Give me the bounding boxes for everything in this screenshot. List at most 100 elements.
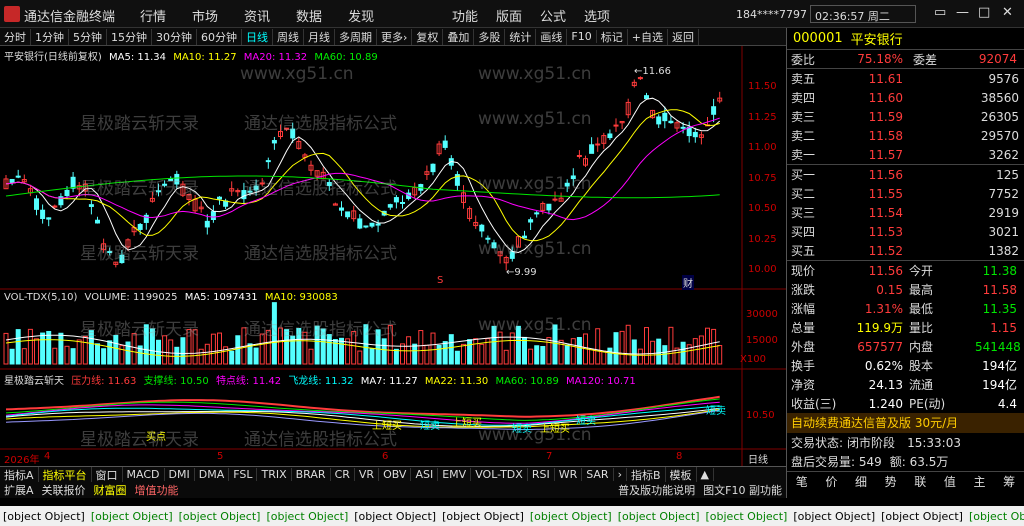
event-marker-finance[interactable]: 财 bbox=[682, 275, 694, 290]
menu-item-market[interactable]: 市场 bbox=[192, 6, 218, 25]
candle-body bbox=[290, 128, 296, 139]
toolbar-item[interactable]: 统计 bbox=[505, 28, 537, 45]
indicator-tab[interactable]: OBV bbox=[379, 468, 412, 481]
candle-body bbox=[339, 207, 344, 211]
toolbar-item[interactable]: 叠加 bbox=[443, 28, 475, 45]
toolbar-item[interactable]: 15分钟 bbox=[107, 28, 152, 45]
toolbar-item[interactable]: 返回 bbox=[668, 28, 699, 45]
quote-tab[interactable]: 细 bbox=[855, 473, 867, 490]
toolbar-item[interactable]: 1分钟 bbox=[31, 28, 69, 45]
toolbar-item[interactable]: 分时 bbox=[0, 28, 31, 45]
extension-extra-tab[interactable]: 普及版功能说明 bbox=[614, 482, 699, 498]
indicator-tab[interactable]: TRIX bbox=[257, 468, 292, 481]
indicator-tab[interactable]: VOL-TDX bbox=[471, 468, 528, 481]
status-item: [object Object] bbox=[529, 509, 612, 523]
restore-icon[interactable]: ▭ bbox=[934, 5, 946, 20]
volume-bar bbox=[576, 337, 582, 365]
maximize-button[interactable]: □ bbox=[978, 5, 990, 20]
stat-value: 0.15 bbox=[876, 282, 903, 297]
menu-item-discover[interactable]: 发现 bbox=[348, 6, 374, 25]
stat-value: 24.13 bbox=[868, 377, 903, 392]
extension-extra-tab[interactable]: 图文F10 副功能 bbox=[699, 482, 786, 498]
quote-tab[interactable]: 联 bbox=[914, 473, 926, 490]
toolbar-item[interactable]: 周线 bbox=[273, 28, 304, 45]
minimize-button[interactable]: — bbox=[956, 5, 969, 20]
menu-item-layout[interactable]: 版面 bbox=[496, 6, 522, 25]
candle-body bbox=[576, 154, 582, 157]
bids-row: 买四 11.53 3021 bbox=[787, 222, 1024, 241]
volume-bar bbox=[58, 332, 64, 365]
menu-item-formula[interactable]: 公式 bbox=[540, 6, 566, 25]
toolbar-item[interactable]: 多周期 bbox=[335, 28, 377, 45]
volume-bar bbox=[589, 348, 595, 365]
app-logo-icon bbox=[4, 6, 20, 22]
quote-tab[interactable]: 笔 bbox=[796, 473, 808, 490]
candle-body bbox=[34, 198, 39, 210]
indicator-tab[interactable]: › bbox=[614, 468, 627, 481]
menu-item-quote[interactable]: 行情 bbox=[140, 6, 166, 25]
close-button[interactable]: ✕ bbox=[1002, 5, 1013, 20]
indicator-tab[interactable]: FSL bbox=[229, 468, 258, 481]
indicator-tab[interactable]: DMA bbox=[195, 468, 230, 481]
quote-tab[interactable]: 主 bbox=[974, 473, 986, 490]
indicator-tab[interactable]: 窗口 bbox=[92, 466, 123, 483]
promo-banner[interactable]: 自动续费通达信普及版 30元/月 bbox=[787, 413, 1024, 433]
bids-price: 11.56 bbox=[868, 167, 903, 182]
toolbar-item[interactable]: 多股 bbox=[474, 28, 506, 45]
toolbar-item[interactable]: 30分钟 bbox=[152, 28, 197, 45]
quote-tab[interactable]: 值 bbox=[944, 473, 956, 490]
extension-tab-bar: 扩展A 关联报价 财富圈 增值功能 普及版功能说明 图文F10 副功能 bbox=[0, 482, 786, 498]
asks-row: 卖一 11.57 3262 bbox=[787, 145, 1024, 164]
quote-tab[interactable]: 势 bbox=[885, 473, 897, 490]
toolbar-item[interactable]: +自选 bbox=[628, 28, 668, 45]
indicator-tab[interactable]: 指标A bbox=[0, 466, 39, 483]
extension-tab[interactable]: 扩展A bbox=[0, 482, 38, 498]
status-item: [object Object] bbox=[266, 509, 349, 523]
toolbar-item[interactable]: 标记 bbox=[597, 28, 628, 45]
extension-tab[interactable]: 关联报价 bbox=[38, 482, 90, 498]
quote-tab[interactable]: 筹 bbox=[1003, 473, 1015, 490]
chart-canvas[interactable] bbox=[0, 46, 786, 466]
toolbar-item[interactable]: 60分钟 bbox=[197, 28, 242, 45]
menu-item-data[interactable]: 数据 bbox=[296, 6, 322, 25]
volume-bar bbox=[540, 346, 546, 365]
indicator-tab[interactable]: DMI bbox=[165, 468, 195, 481]
indicator-tab[interactable]: RSI bbox=[528, 468, 555, 481]
volume-bar bbox=[217, 332, 222, 365]
candle-body bbox=[546, 203, 552, 211]
toolbar-item[interactable]: 5分钟 bbox=[69, 28, 107, 45]
indicator-tab[interactable]: SAR bbox=[582, 468, 614, 481]
menu-item-news[interactable]: 资讯 bbox=[244, 6, 270, 25]
extension-tab[interactable]: 增值功能 bbox=[131, 482, 183, 498]
indicator-tab[interactable]: WR bbox=[555, 468, 583, 481]
indicator-tab[interactable]: VR bbox=[355, 468, 380, 481]
indicator-tab[interactable]: 模板 bbox=[666, 466, 697, 483]
trade-time: 15:33:03 bbox=[907, 435, 961, 450]
menu-item-function[interactable]: 功能 bbox=[452, 6, 478, 25]
toolbar-item[interactable]: F10 bbox=[567, 30, 597, 43]
menu-item-options[interactable]: 选项 bbox=[584, 6, 610, 25]
volume-bar bbox=[375, 329, 381, 365]
indicator-tab[interactable]: MACD bbox=[123, 468, 165, 481]
indicator-tab[interactable]: ▲ bbox=[697, 468, 714, 481]
stat-label: 涨跌 bbox=[791, 283, 816, 297]
event-marker-s[interactable]: S bbox=[437, 275, 443, 286]
candle-body bbox=[485, 237, 491, 240]
ratio-label: 委比 bbox=[791, 52, 816, 67]
indicator-tab[interactable]: CR bbox=[331, 468, 355, 481]
indicator-tab[interactable]: BRAR bbox=[292, 468, 331, 481]
toolbar-item[interactable]: 月线 bbox=[304, 28, 335, 45]
volume-ma10-line bbox=[5, 339, 720, 357]
toolbar-item[interactable]: 更多› bbox=[377, 28, 413, 45]
indicator-tab[interactable]: 指标平台 bbox=[39, 466, 92, 483]
toolbar-item[interactable]: 日线 bbox=[242, 28, 273, 45]
user-account[interactable]: 184****7797 bbox=[736, 8, 807, 21]
candle-body bbox=[253, 185, 259, 191]
toolbar-item[interactable]: 复权 bbox=[412, 28, 444, 45]
toolbar-item[interactable]: 画线 bbox=[536, 28, 568, 45]
extension-tab[interactable]: 财富圈 bbox=[90, 482, 131, 498]
quote-tab[interactable]: 价 bbox=[825, 473, 837, 490]
indicator-tab[interactable]: 指标B bbox=[627, 466, 666, 483]
indicator-tab[interactable]: ASI bbox=[411, 468, 439, 481]
indicator-tab[interactable]: EMV bbox=[438, 468, 472, 481]
